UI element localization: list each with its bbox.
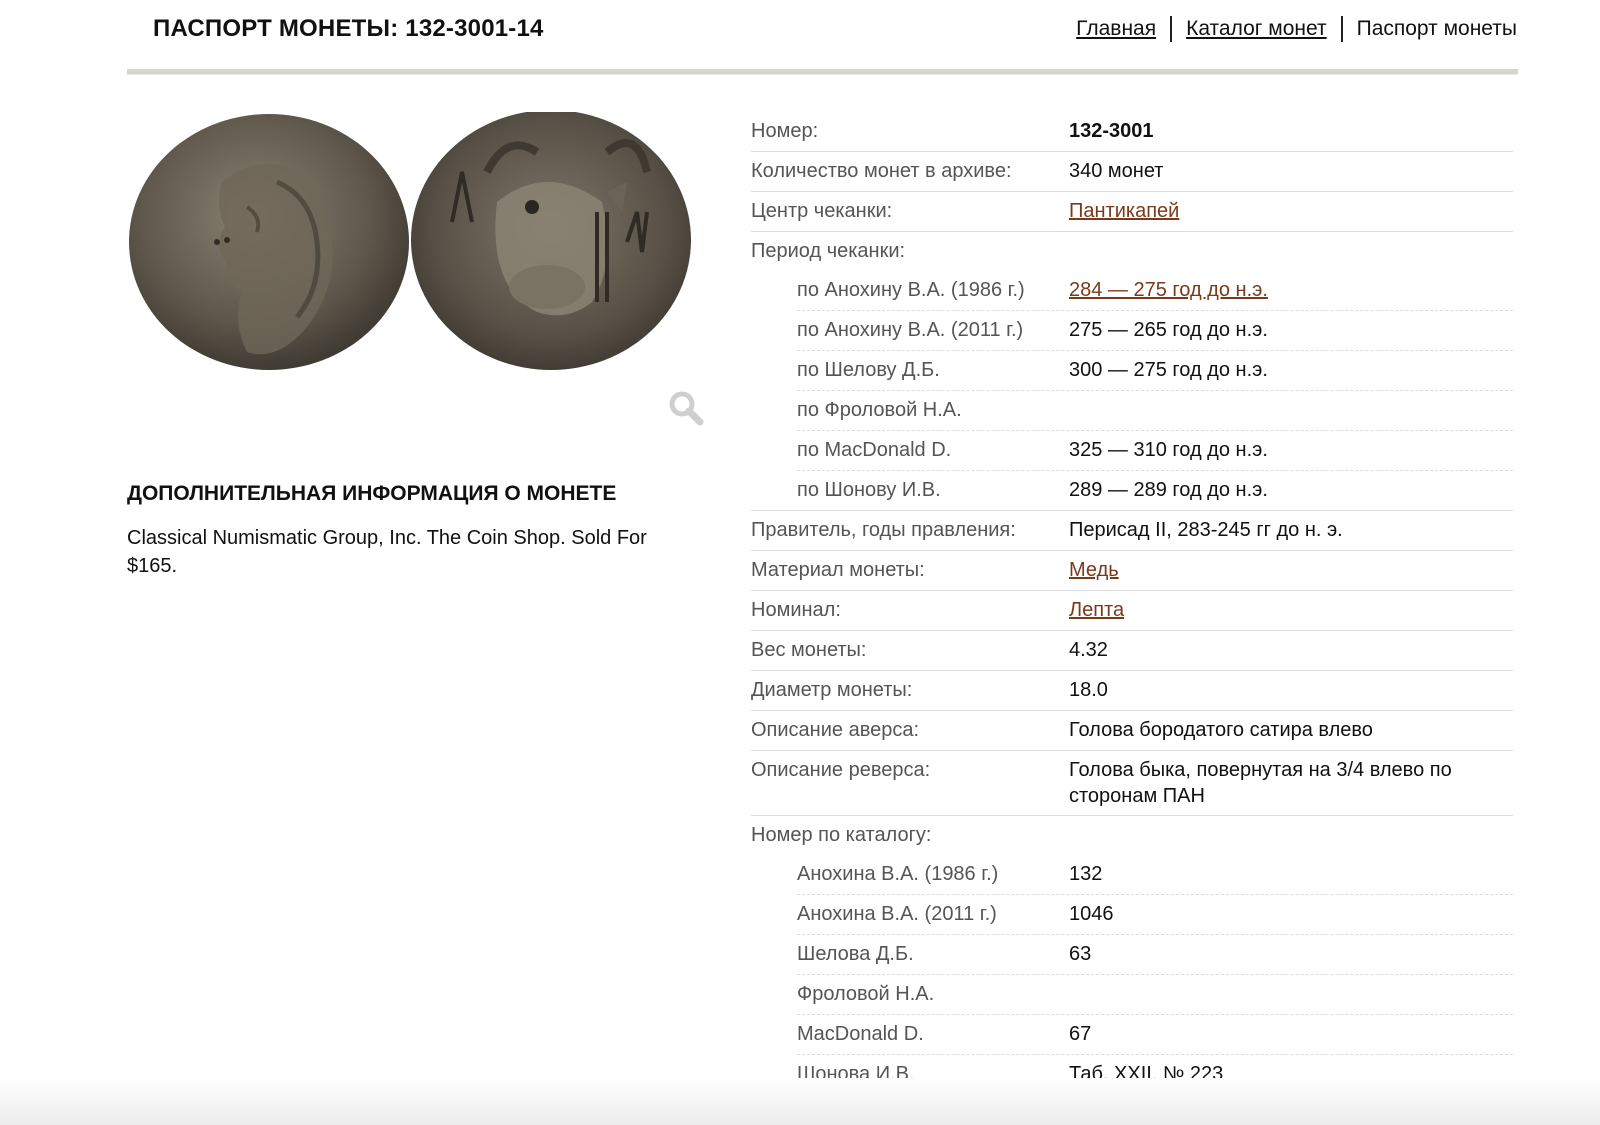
detail-value-ruler: Перисад II, 283-245 гг до н. э.: [1069, 519, 1343, 541]
catalog-row: Анохина В.А. (2011 г.) 1046: [797, 895, 1513, 935]
detail-row-diameter: Диаметр монеты: 18.0: [751, 671, 1513, 711]
page-header: ПАСПОРТ МОНЕТЫ: 132-3001-14 Главная Ката…: [0, 0, 1600, 80]
zoom-icon[interactable]: [668, 390, 704, 431]
catalog-row: Фроловой Н.А.: [797, 975, 1513, 1015]
detail-value-count: 340 монет: [1069, 160, 1164, 182]
period-row: по Фроловой Н.А.: [797, 391, 1513, 431]
breadcrumb-home-link[interactable]: Главная: [1076, 17, 1156, 41]
breadcrumb-separator: [1170, 16, 1173, 42]
period-row: по Шонову И.В. 289 — 289 год до н.э.: [751, 471, 1513, 511]
period-label: по Анохину В.А. (1986 г.): [797, 279, 1025, 301]
page-title: ПАСПОРТ МОНЕТЫ: 132-3001-14: [153, 15, 544, 42]
header-divider: [127, 69, 1518, 75]
detail-label: Материал монеты:: [751, 559, 925, 581]
period-row: по Анохину В.А. (1986 г.) 284 — 275 год …: [797, 271, 1513, 311]
detail-label: Номинал:: [751, 599, 841, 621]
coin-details-table: Номер: 132-3001 Количество монет в архив…: [751, 112, 1513, 1095]
detail-label: Номер по каталогу:: [751, 824, 932, 846]
catalog-value: 67: [1069, 1023, 1092, 1045]
period-label: по Фроловой Н.А.: [797, 399, 962, 421]
catalog-row: Анохина В.А. (1986 г.) 132: [797, 855, 1513, 895]
catalog-value: 132: [1069, 863, 1103, 885]
detail-row-weight: Вес монеты: 4.32: [751, 631, 1513, 671]
period-label: по Анохину В.А. (2011 г.): [797, 319, 1024, 341]
coin-photo: [129, 112, 691, 370]
detail-value-number: 132-3001: [1069, 120, 1154, 142]
catalog-label: MacDonald D.: [797, 1023, 924, 1045]
detail-label: Диаметр монеты:: [751, 679, 913, 701]
period-label: по MacDonald D.: [797, 439, 952, 461]
detail-label: Описание реверса:: [751, 759, 931, 781]
detail-label: Количество монет в архиве:: [751, 160, 1012, 182]
detail-row-count: Количество монет в архиве: 340 монет: [751, 152, 1513, 192]
detail-row-number: Номер: 132-3001: [751, 112, 1513, 152]
period-value: 300 — 275 год до н.э.: [1069, 359, 1268, 381]
detail-value-weight: 4.32: [1069, 639, 1108, 661]
detail-label: Вес монеты:: [751, 639, 867, 661]
mint-link[interactable]: Пантикапей: [1069, 200, 1179, 222]
period-value: 289 — 289 год до н.э.: [1069, 479, 1268, 501]
detail-row-ruler: Правитель, годы правления: Перисад II, 2…: [751, 511, 1513, 551]
catalog-label: Фроловой Н.А.: [797, 983, 935, 1005]
detail-row-mint: Центр чеканки: Пантикапей: [751, 192, 1513, 232]
catalog-value: 1046: [1069, 903, 1114, 925]
period-row: по Шелову Д.Б. 300 — 275 год до н.э.: [797, 351, 1513, 391]
material-link[interactable]: Медь: [1069, 559, 1119, 581]
period-label: по Шонову И.В.: [797, 479, 941, 501]
detail-row-obverse: Описание аверса: Голова бородатого сатир…: [751, 711, 1513, 751]
period-value: [1069, 391, 1513, 430]
catalog-label: Анохина В.А. (2011 г.): [797, 903, 997, 925]
detail-row-material: Материал монеты: Медь: [751, 551, 1513, 591]
coin-image[interactable]: [127, 112, 702, 402]
denomination-link[interactable]: Лепта: [1069, 599, 1124, 621]
detail-value-obverse: Голова бородатого сатира влево: [1069, 719, 1373, 741]
period-link[interactable]: 284 — 275 год до н.э.: [1069, 279, 1268, 301]
detail-label: Номер:: [751, 120, 819, 142]
detail-value-reverse: Голова быка, повернутая на 3/4 влево по …: [1069, 759, 1452, 807]
bottom-shadow: [0, 1078, 1600, 1125]
detail-row-period: Период чеканки:: [751, 232, 1513, 271]
period-value: 325 — 310 год до н.э.: [1069, 439, 1268, 461]
detail-label: Период чеканки:: [751, 240, 906, 262]
catalog-row: MacDonald D. 67: [797, 1015, 1513, 1055]
catalog-label: Шелова Д.Б.: [797, 943, 914, 965]
period-row: по Анохину В.А. (2011 г.) 275 — 265 год …: [797, 311, 1513, 351]
catalog-value: [1069, 975, 1513, 1014]
detail-label: Центр чеканки:: [751, 200, 893, 222]
additional-info-text: Classical Numismatic Group, Inc. The Coi…: [127, 527, 647, 577]
detail-row-reverse: Описание реверса: Голова быка, повернута…: [751, 751, 1513, 816]
period-label: по Шелову Д.Б.: [797, 359, 940, 381]
catalog-label: Анохина В.А. (1986 г.): [797, 863, 999, 885]
detail-label: Правитель, годы правления:: [751, 519, 1016, 541]
detail-row-catalog: Номер по каталогу:: [751, 816, 1513, 855]
period-value: 275 — 265 год до н.э.: [1069, 319, 1268, 341]
additional-info-title: ДОПОЛНИТЕЛЬНАЯ ИНФОРМАЦИЯ О МОНЕТЕ: [127, 482, 617, 505]
breadcrumb-current: Паспорт монеты: [1356, 17, 1517, 40]
detail-row-denomination: Номинал: Лепта: [751, 591, 1513, 631]
catalog-value: 63: [1069, 943, 1092, 965]
detail-value-diameter: 18.0: [1069, 679, 1108, 701]
breadcrumb-separator: [1340, 16, 1343, 42]
catalog-row: Шелова Д.Б. 63: [797, 935, 1513, 975]
breadcrumb-catalog-link[interactable]: Каталог монет: [1186, 17, 1327, 41]
breadcrumb: Главная Каталог монет Паспорт монеты: [1076, 16, 1517, 42]
period-row: по MacDonald D. 325 — 310 год до н.э.: [797, 431, 1513, 471]
detail-label: Описание аверса:: [751, 719, 920, 741]
